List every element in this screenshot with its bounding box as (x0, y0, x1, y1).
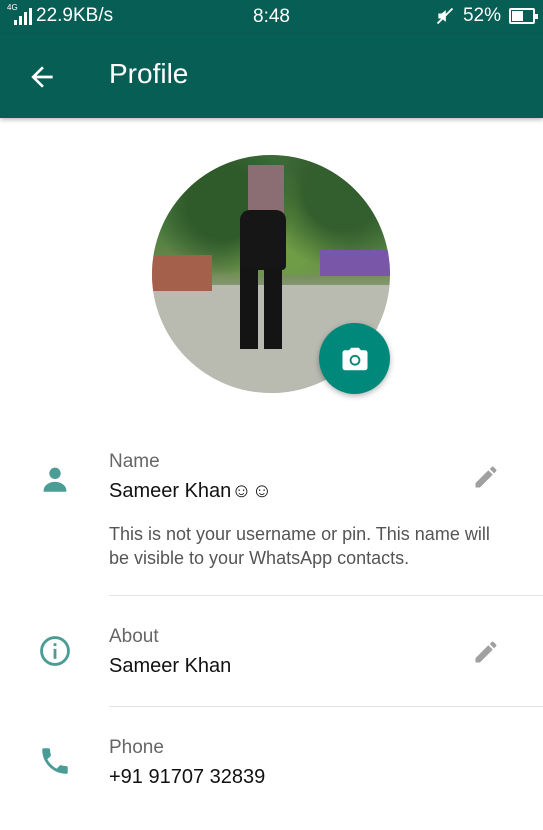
profile-photo-container (152, 155, 390, 394)
battery-icon (509, 8, 538, 24)
page-title: Profile (109, 58, 189, 89)
battery-level (512, 11, 524, 21)
name-row[interactable]: Name Sameer Khan☺☺ This is not your user… (0, 440, 543, 595)
phone-label: Phone (109, 737, 164, 758)
name-label: Name (109, 451, 160, 472)
battery-percent: 52% (462, 5, 501, 26)
divider (109, 706, 543, 707)
about-value: Sameer Khan (109, 655, 232, 677)
phone-icon (42, 748, 68, 774)
info-icon (40, 636, 70, 666)
camera-icon (342, 347, 367, 370)
phone-value: +91 91707 32839 (109, 766, 266, 788)
change-photo-button[interactable] (319, 323, 390, 394)
status-right: 52% (435, 5, 538, 27)
edit-name-icon[interactable] (472, 463, 500, 491)
about-row[interactable]: About Sameer Khan (0, 610, 543, 705)
about-label: About (109, 626, 159, 647)
name-value: Sameer Khan☺☺ (109, 480, 273, 502)
person-icon (43, 467, 67, 492)
divider (109, 595, 543, 596)
edit-about-icon[interactable] (472, 638, 500, 666)
name-hint: This is not your username or pin. This n… (109, 524, 490, 568)
status-bar: 4G 22.9KB/s 8:48 52% (0, 0, 543, 34)
arrow-back-icon[interactable] (26, 61, 58, 93)
app-toolbar: Profile (0, 34, 543, 118)
mute-icon (436, 7, 454, 25)
phone-row: Phone +91 91707 32839 (0, 720, 543, 820)
